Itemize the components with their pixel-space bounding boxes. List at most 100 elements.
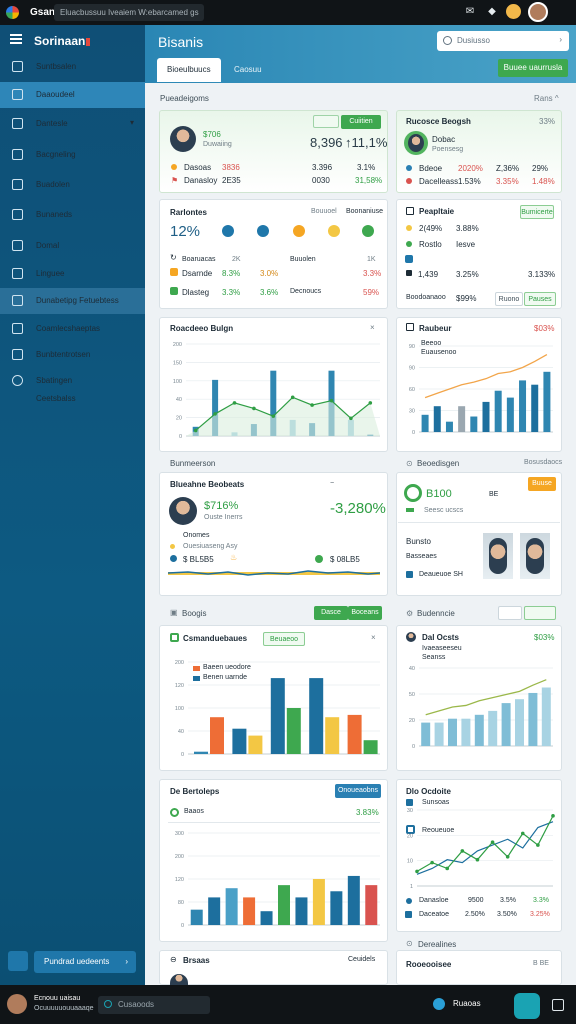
green-square-icon: [170, 287, 178, 295]
yellow-dot-icon: [406, 225, 412, 231]
y-tick-label: 90: [409, 344, 415, 350]
address-bar[interactable]: Eluacbussuu Iveaiem W:ebarcamed gs: [54, 4, 204, 21]
yellow-dot-icon: [170, 544, 175, 549]
sidebar-item-8[interactable]: Dunabetipg Fetuebtess: [0, 288, 145, 314]
y-tick-label: 40: [178, 729, 184, 735]
y-tick-label: 10: [407, 859, 413, 865]
sidebar-item-4[interactable]: Buadolen: [0, 172, 145, 198]
line-row2-v1: 2.50%: [465, 911, 485, 918]
line-point: [475, 857, 480, 862]
sidebar-item-1[interactable]: Daaoudeel: [0, 82, 145, 108]
performance-right[interactable]: Boonaniuse: [346, 208, 383, 215]
search-icon: [443, 36, 452, 45]
section-4-button-2[interactable]: Boceans: [348, 606, 382, 620]
sidebar-item-12[interactable]: Ceetsbalss: [0, 386, 145, 412]
line-point: [415, 869, 419, 874]
profile-a-button[interactable]: Cuiitien: [341, 115, 381, 129]
profile-a-toggle[interactable]: [313, 115, 339, 128]
sidebar-item-5[interactable]: Bunaneds: [0, 202, 145, 228]
search-input[interactable]: Dusiusso ›: [437, 31, 569, 51]
series-line: [425, 679, 547, 716]
sidebar-item-2[interactable]: Dantesle ▾: [0, 111, 145, 137]
profile-a-row2-v3: 31,58%: [355, 176, 383, 185]
section-5-button-2[interactable]: [524, 606, 556, 620]
tab-overview[interactable]: Bioeulbuucs: [157, 58, 221, 82]
chat-label[interactable]: Ruaoas: [453, 999, 481, 1008]
kpi-button-b[interactable]: Pauses: [524, 292, 556, 306]
kpi-button[interactable]: Bumicerte: [520, 205, 554, 219]
y-tick-label: 100: [173, 379, 182, 385]
bar: [260, 911, 273, 925]
bar: [470, 416, 478, 432]
y-tick-label: 40: [176, 397, 182, 403]
grid-icon[interactable]: [552, 999, 564, 1011]
green-bar-icon: [406, 508, 414, 512]
tab-cases[interactable]: Caosuu: [224, 58, 272, 82]
section-4-button-1[interactable]: Dasce: [314, 606, 348, 620]
checkbox-icon[interactable]: [406, 207, 414, 215]
bars-chart-button[interactable]: Beuaeoo: [263, 632, 305, 646]
team-r3: Deaueuoe SH: [419, 571, 463, 578]
sidebar-item-10[interactable]: Bunbtentrotsen: [0, 342, 145, 368]
section-link-3[interactable]: Bosusdaocs: [524, 459, 562, 466]
user-avatar[interactable]: [528, 2, 548, 22]
chat-icon[interactable]: [433, 998, 445, 1010]
notification-icon[interactable]: ◆: [486, 6, 498, 18]
bar: [461, 718, 471, 746]
checkbox-icon[interactable]: [406, 323, 414, 331]
line-row2-v2: 3.50%: [497, 911, 517, 918]
sidebar-item-9[interactable]: Coamlecshaeptas: [0, 316, 145, 342]
y-tick-label: 150: [173, 360, 182, 366]
bar: [482, 401, 490, 432]
profile-a-figure: 8,396: [310, 135, 343, 150]
sidebar-collapse-icon[interactable]: [8, 951, 28, 971]
close-icon[interactable]: ×: [370, 323, 375, 332]
profile-b-percent: 33%: [539, 117, 556, 126]
section-5-button-1[interactable]: [498, 606, 522, 620]
bottom-right-title: Rooeooisee: [406, 960, 452, 969]
section-link-1[interactable]: Rans ^: [534, 94, 559, 103]
kpi-title: Peapltaie: [419, 207, 455, 216]
chevron-right-icon: ›: [125, 957, 128, 966]
section-title-1: Pueadeigoms: [160, 94, 209, 103]
header-action-button[interactable]: Buuee uaurrusla: [498, 59, 568, 77]
app-launcher-icon[interactable]: [514, 993, 540, 1019]
team-button[interactable]: Buuse: [528, 477, 556, 491]
y-tick-label: 1: [410, 884, 413, 890]
green-dot-icon: [406, 241, 412, 247]
footer-avatar[interactable]: [7, 994, 27, 1014]
sidebar-item-3[interactable]: Bacgneling: [0, 142, 145, 168]
taskbar-search[interactable]: Cusaoods: [98, 996, 210, 1014]
sidebar-item-6[interactable]: Domal: [0, 233, 145, 259]
performance-row3-v1: 3.3%: [222, 288, 241, 297]
bar: [434, 722, 444, 746]
bar: [330, 891, 343, 925]
bar: [515, 699, 524, 746]
blue-square-icon: [405, 255, 413, 263]
series-line: [424, 354, 548, 399]
red-dot-icon: [406, 178, 412, 184]
close-icon[interactable]: ×: [371, 633, 376, 642]
bar: [225, 888, 238, 925]
bar: [531, 384, 539, 432]
line-point: [520, 831, 525, 836]
folder-icon: [12, 118, 23, 129]
line-point: [505, 854, 510, 859]
volume-chart-button[interactable]: Onoueaobns: [335, 784, 381, 798]
sidebar-item-0[interactable]: Suntbsalen: [0, 54, 145, 80]
y-tick-label: 30: [407, 808, 413, 814]
status-icon[interactable]: [506, 4, 521, 19]
y-tick-label: 20: [409, 718, 415, 724]
gain-r2: Ouesiuaseng Asy: [183, 543, 238, 550]
line-point: [460, 849, 465, 853]
growth-chart-title: Dal Ocsts: [422, 633, 459, 642]
kpi-button-a[interactable]: Ruono: [495, 292, 523, 306]
sidebar-item-7[interactable]: Linguee: [0, 261, 145, 287]
y-tick-label: 200: [175, 660, 184, 666]
mail-icon[interactable]: ✉: [464, 6, 476, 18]
bar: [528, 692, 538, 746]
bar: [347, 714, 362, 754]
trend-chart: 90 90 60 30 0: [409, 344, 553, 436]
sidebar-bottom-button[interactable]: Pundrad uedeents ›: [34, 951, 136, 973]
bar: [433, 406, 441, 432]
